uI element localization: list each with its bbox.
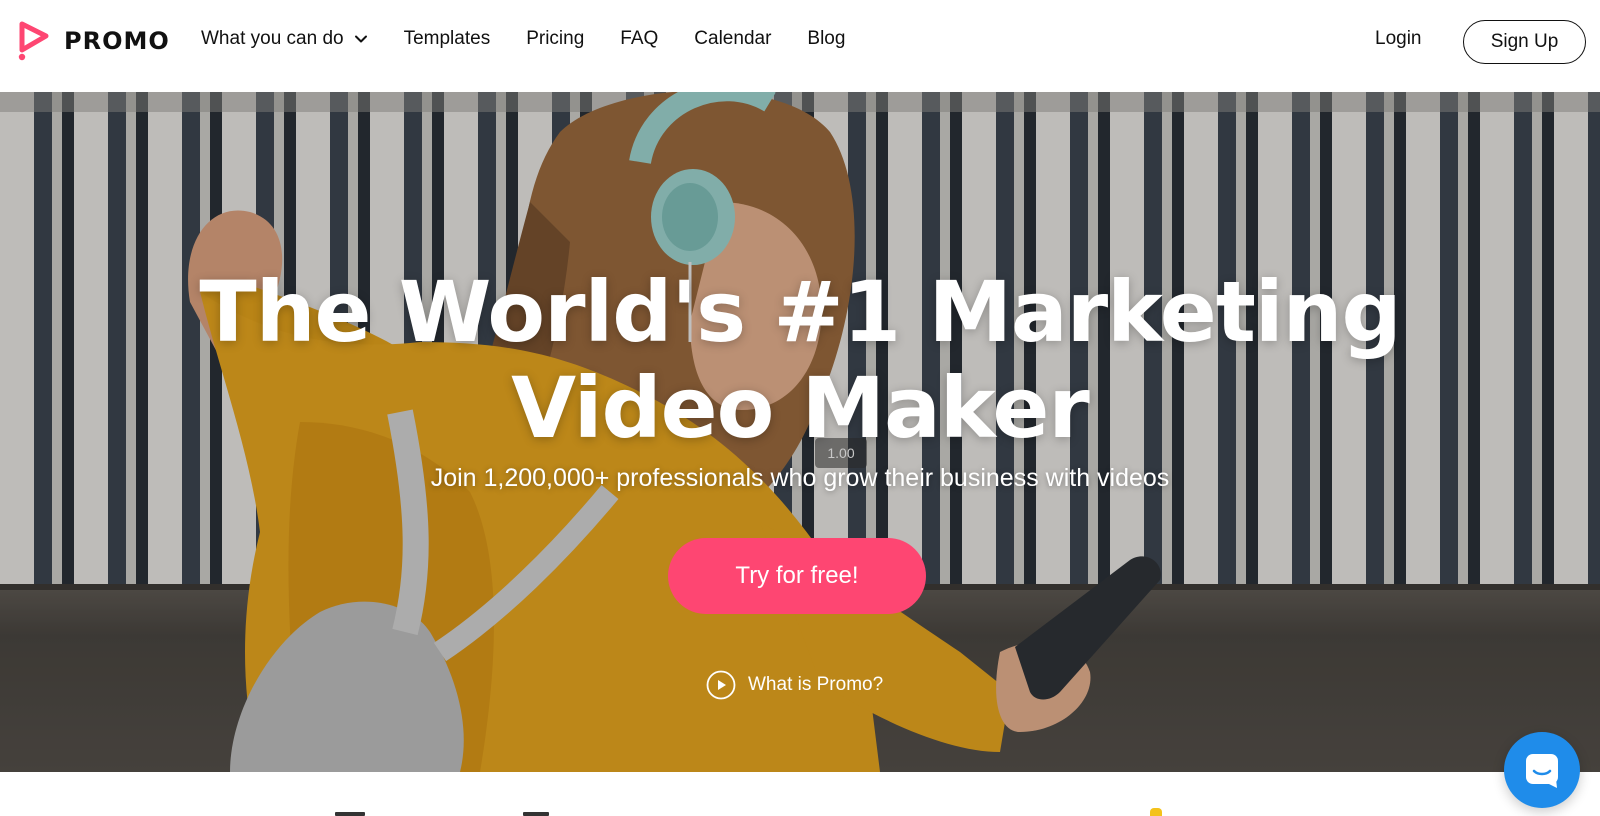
nav-item-label: Templates [403, 28, 491, 49]
nav-item-label: Blog [807, 28, 846, 49]
partial-icon [335, 812, 365, 816]
promo-logo[interactable]: PROMO [16, 20, 170, 62]
play-circle-icon [706, 670, 736, 700]
nav-item-templates[interactable]: Templates [404, 28, 491, 50]
nav-item-pricing[interactable]: Pricing [526, 28, 584, 50]
hero-section: The World's #1 Marketing Video Maker 1.0… [0, 92, 1600, 772]
chevron-down-icon [354, 35, 367, 43]
top-navbar: PROMO What you can do Templates Pricing … [0, 0, 1600, 92]
promo-logo-icon [18, 21, 49, 61]
nav-item-what-you-can-do[interactable]: What you can do [201, 28, 368, 50]
chat-icon [1526, 754, 1558, 788]
try-for-free-button[interactable]: Try for free! [668, 538, 926, 614]
below-hero-section [0, 772, 1600, 816]
partial-icon [1150, 808, 1162, 816]
nav-item-calendar[interactable]: Calendar [694, 28, 771, 50]
what-is-promo-link[interactable]: What is Promo? [706, 670, 883, 700]
signup-button[interactable]: Sign Up [1463, 20, 1586, 64]
what-is-promo-label: What is Promo? [748, 674, 884, 695]
nav-item-label: Calendar [694, 28, 772, 49]
hero-title: The World's #1 Marketing Video Maker [0, 264, 1600, 456]
hero-title-line1: The World's #1 Marketing [199, 263, 1401, 361]
nav-item-label: FAQ [620, 28, 659, 49]
nav-item-faq[interactable]: FAQ [620, 28, 658, 50]
login-link[interactable]: Login [1375, 28, 1422, 50]
nav-item-label: Pricing [526, 28, 585, 49]
partial-icon [523, 812, 549, 816]
chat-launcher-button[interactable] [1504, 732, 1580, 808]
hero-title-line2: Video Maker [511, 359, 1090, 457]
nav-item-blog[interactable]: Blog [807, 28, 845, 50]
brand-name: PROMO [64, 27, 170, 55]
hero-subtitle: Join 1,200,000+ professionals who grow t… [430, 464, 1170, 492]
main-nav: What you can do Templates Pricing FAQ Ca… [201, 28, 881, 50]
nav-item-label: What you can do [201, 28, 344, 49]
